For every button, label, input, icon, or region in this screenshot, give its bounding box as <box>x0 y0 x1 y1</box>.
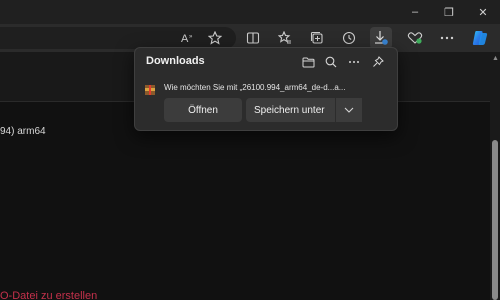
page-text-line: 94) arm64 <box>0 126 46 137</box>
open-button[interactable]: Öffnen <box>164 98 242 122</box>
address-bar[interactable] <box>0 27 236 49</box>
scrollbar-thumb[interactable] <box>492 140 498 300</box>
split-screen-icon[interactable] <box>242 27 264 49</box>
read-aloud-icon[interactable]: A» <box>178 27 200 49</box>
pin-icon[interactable] <box>369 53 387 71</box>
svg-text:A: A <box>181 33 189 45</box>
more-options-icon[interactable] <box>345 53 363 71</box>
downloads-icon[interactable] <box>370 27 392 49</box>
scroll-up-icon[interactable]: ▲ <box>492 55 499 62</box>
minimize-button[interactable]: – <box>398 0 432 24</box>
file-icon <box>144 83 156 95</box>
page-red-link[interactable]: O-Datei zu erstellen <box>0 290 97 300</box>
svg-text:»: » <box>189 34 193 40</box>
browser-window: – ❐ ✕ A» 94) arm64 O-Datei zu erstellen … <box>0 0 500 300</box>
downloads-flyout: Downloads Wie möchten Sie mit „26100.994… <box>134 47 398 131</box>
open-folder-icon[interactable] <box>299 53 317 71</box>
downloads-title: Downloads <box>146 55 205 67</box>
browser-essentials-icon[interactable] <box>404 27 426 49</box>
chevron-down-icon[interactable] <box>335 98 362 122</box>
title-bar: – ❐ ✕ <box>0 0 500 24</box>
copilot-icon[interactable] <box>469 27 491 49</box>
more-icon[interactable] <box>436 27 458 49</box>
collections-icon[interactable] <box>306 27 328 49</box>
close-button[interactable]: ✕ <box>466 0 500 24</box>
maximize-button[interactable]: ❐ <box>432 0 466 24</box>
favorites-icon[interactable] <box>274 27 296 49</box>
favorite-star-icon[interactable] <box>204 27 226 49</box>
history-icon[interactable] <box>338 27 360 49</box>
search-icon[interactable] <box>322 53 340 71</box>
download-item-text: Wie möchten Sie mit „26100.994_arm64_de-… <box>164 83 346 92</box>
